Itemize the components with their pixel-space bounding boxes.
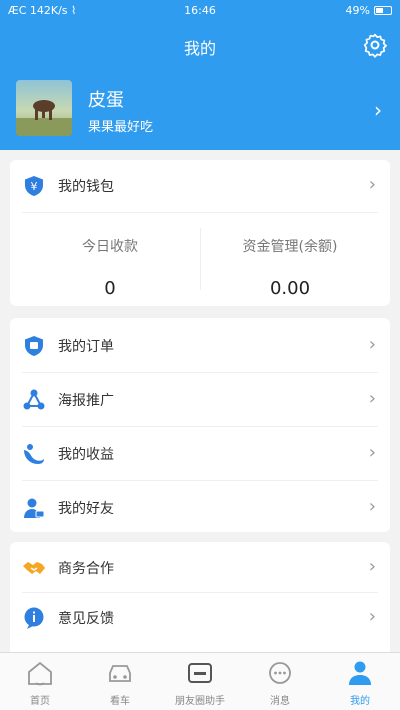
earnings-icon <box>24 444 44 464</box>
stat-value: 0 <box>104 278 116 299</box>
battery-icon <box>374 6 392 15</box>
wallet-row[interactable]: ¥ 我的钱包 › <box>10 160 390 212</box>
menu-label: 我的好友 <box>58 501 114 517</box>
assistant-icon <box>188 663 212 683</box>
menu-item-earnings[interactable]: 我的收益 › <box>10 428 390 480</box>
menu-label: 我的收益 <box>58 447 114 463</box>
divider <box>22 426 378 427</box>
chevron-right-icon: › <box>368 388 376 409</box>
tab-label: 首页 <box>30 696 50 707</box>
status-bar: ÆC 142K/s ⌇ 16:46 49% <box>0 0 400 22</box>
chevron-right-icon: › <box>368 174 376 195</box>
home-icon <box>28 661 52 686</box>
chevron-right-icon: › <box>368 496 376 517</box>
chevron-right-icon: › <box>368 334 376 355</box>
page-title: 我的 <box>183 39 216 58</box>
menu-card-main: 我的订单 › 海报推广 › 我的收益 › 我的好友 › <box>10 318 390 532</box>
tab-label: 消息 <box>270 696 290 707</box>
profile-motto: 果果最好吃 <box>88 120 154 135</box>
menu-label: 意见反馈 <box>58 611 114 627</box>
chevron-right-icon: › <box>368 442 376 463</box>
stat-label: 今日收款 <box>82 239 138 255</box>
tab-profile[interactable]: 我的 <box>320 659 400 707</box>
stat-today-income[interactable]: 今日收款 0 <box>20 236 200 299</box>
wallet-label: 我的钱包 <box>58 179 114 195</box>
menu-card-more: 商务合作 › 意见反馈 › <box>10 542 390 652</box>
status-battery-group: 49% <box>346 4 392 17</box>
chevron-right-icon: › <box>368 606 376 627</box>
wallet-yen-icon: ¥ <box>25 176 43 196</box>
menu-label: 商务合作 <box>58 561 114 577</box>
menu-item-friends[interactable]: 我的好友 › <box>10 482 390 534</box>
menu-label: 海报推广 <box>58 393 114 409</box>
tab-car[interactable]: 看车 <box>80 659 160 707</box>
feedback-icon <box>24 607 44 629</box>
chevron-right-icon: › <box>368 556 376 577</box>
bottom-nav: 首页 看车 朋友圈助手 消息 我的 <box>0 652 400 710</box>
battery-percent: 49% <box>345 4 370 17</box>
settings-gear-icon[interactable] <box>362 32 388 58</box>
menu-item-orders[interactable]: 我的订单 › <box>10 320 390 372</box>
chevron-right-icon: › <box>374 98 382 122</box>
shield-order-icon <box>25 336 43 356</box>
tab-label: 看车 <box>110 696 130 707</box>
menu-label: 我的订单 <box>58 339 114 355</box>
menu-item-poster[interactable]: 海报推广 › <box>10 374 390 426</box>
stat-value: 0.00 <box>269 278 311 299</box>
car-icon <box>109 665 131 682</box>
tab-label: 我的 <box>350 696 370 707</box>
stat-balance[interactable]: 资金管理(余额) 0.00 <box>200 236 380 299</box>
tab-label: 朋友圈助手 <box>175 696 225 707</box>
top-header: 我的 <box>0 22 400 70</box>
status-time: 16:46 <box>184 4 216 17</box>
profile-icon <box>349 661 371 685</box>
menu-item-feedback[interactable]: 意见反馈 › <box>10 592 390 644</box>
divider <box>22 212 378 213</box>
avatar[interactable] <box>16 80 72 136</box>
stat-label: 资金管理(余额) <box>242 239 338 255</box>
share-icon <box>23 389 45 410</box>
profile-name: 皮蛋 <box>88 90 124 111</box>
tab-assistant[interactable]: 朋友圈助手 <box>160 659 240 707</box>
divider <box>22 372 378 373</box>
menu-item-business[interactable]: 商务合作 › <box>10 542 390 594</box>
divider <box>22 480 378 481</box>
handshake-icon <box>23 562 45 574</box>
friends-icon <box>24 498 45 518</box>
profile-card[interactable]: 皮蛋 果果最好吃 › <box>0 70 400 150</box>
tab-messages[interactable]: 消息 <box>240 659 320 707</box>
tab-home[interactable]: 首页 <box>0 659 80 707</box>
svg-text:¥: ¥ <box>31 180 38 193</box>
message-icon <box>269 662 291 684</box>
